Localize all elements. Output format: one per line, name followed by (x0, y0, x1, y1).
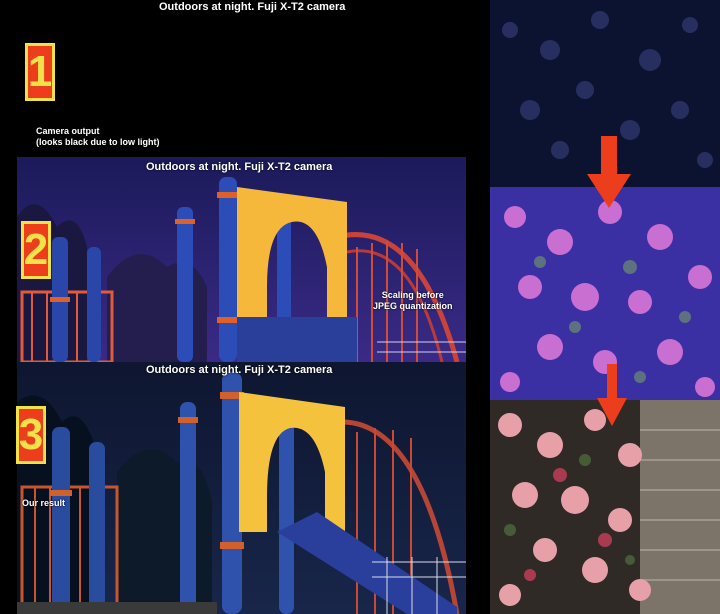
panel-1-caption: Camera output (looks black due to low li… (36, 126, 160, 148)
panel-2-badge: 2 (21, 221, 51, 279)
panel-3-caption: Our result (22, 498, 66, 508)
panel-2-title: Outdoors at night. Fuji X-T2 camera (146, 161, 333, 173)
arrow-down-icon-1 (587, 136, 631, 208)
crop-3-image (490, 400, 720, 614)
panel-3-badge: 3 (16, 406, 46, 464)
arrow-down-icon-2 (597, 364, 627, 426)
panel-3-title: Outdoors at night. Fuji X-T2 camera (146, 364, 333, 376)
panel-1-caption-line1: Camera output (36, 126, 100, 136)
panel-1-badge: 1 (25, 43, 55, 101)
panel-2-caption-line2: JPEG quantization (373, 301, 453, 311)
panel-2-playground-image (17, 157, 466, 362)
panel-3-playground-image (17, 362, 466, 614)
panel-2-scaled-photo (17, 157, 466, 362)
panel-1-title: Outdoors at night. Fuji X-T2 camera (159, 1, 346, 13)
panel-2-caption: Scaling before JPEG quantization (373, 290, 453, 312)
panel-2-caption-line1: Scaling before (381, 290, 444, 300)
panel-1-caption-line2: (looks black due to low light) (36, 137, 160, 147)
crop-3-result-flowers (490, 400, 720, 614)
panel-3-our-result-photo (17, 362, 466, 614)
